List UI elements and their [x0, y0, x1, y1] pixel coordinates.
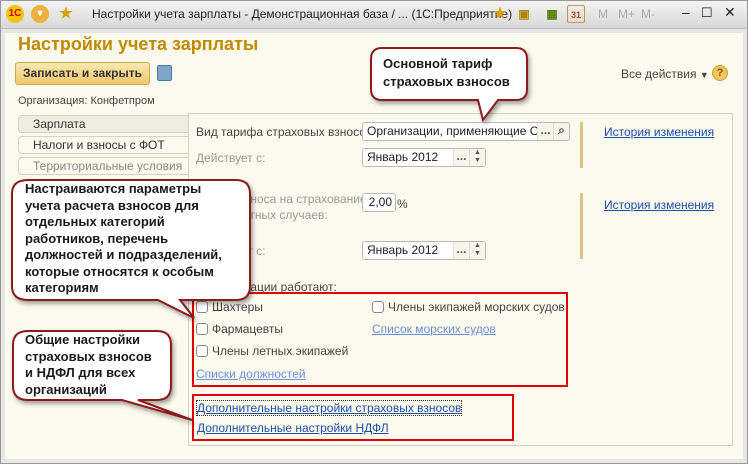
callout-categories: Настраиваются параметры учета расчета взн… [25, 181, 222, 297]
callout-tariff: Основной тариф страховых взносов [383, 55, 510, 91]
callout-line: учета расчета взносов для [25, 197, 199, 213]
callout-line: отдельных категорий [25, 214, 165, 229]
callout-line: должностей и подразделений, [25, 247, 222, 262]
callout-line: Общие настройки [25, 332, 140, 347]
callout-line: страховых взносов [383, 74, 510, 89]
callout-line: Настраиваются параметры [25, 181, 202, 196]
callout-general: Общие настройки страховых взносов и НДФЛ д… [25, 332, 152, 398]
callout-line: организаций [25, 381, 107, 397]
callout-line: страховых взносов [25, 348, 152, 364]
callout-line: категориям [25, 280, 99, 295]
callout-line: Основной тариф [383, 56, 493, 71]
callout-line: работников, перечень [25, 230, 169, 246]
callout-line: и НДФЛ для всех [25, 365, 136, 380]
callout-line: которые относятся к особым [25, 263, 214, 279]
